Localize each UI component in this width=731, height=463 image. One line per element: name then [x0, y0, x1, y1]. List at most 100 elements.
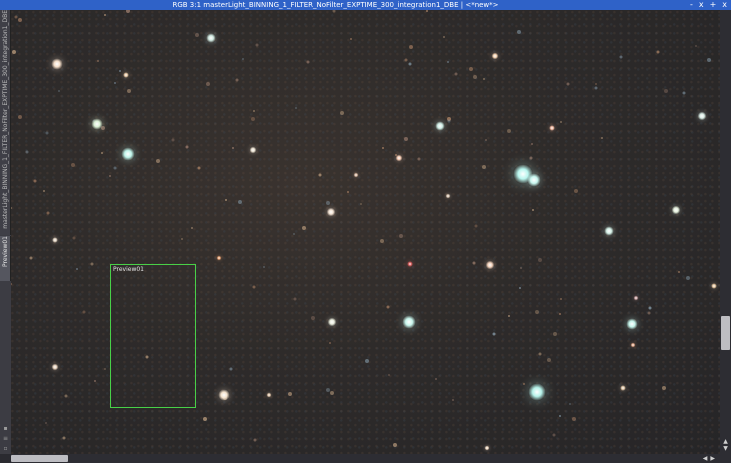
faint-star — [29, 256, 33, 260]
faint-star — [559, 313, 561, 315]
window-title: RGB 3:1 masterLight_BINNING_1_FILTER_NoF… — [172, 1, 499, 9]
close-icon[interactable]: x — [722, 0, 727, 10]
faint-star — [101, 152, 103, 154]
star — [407, 261, 413, 267]
preview-label: Preview01 — [113, 266, 144, 273]
star — [527, 173, 541, 187]
faint-star — [252, 285, 256, 289]
minimize-icon[interactable]: - — [690, 0, 693, 10]
faint-star — [447, 61, 449, 63]
faint-star — [454, 72, 458, 76]
horizontal-scrollbar[interactable]: ◀▶ — [11, 454, 720, 463]
star — [51, 363, 59, 371]
faint-star — [538, 352, 542, 356]
faint-star — [508, 315, 510, 317]
faint-star — [559, 415, 561, 417]
faint-star — [520, 267, 522, 269]
faint-star — [404, 58, 408, 62]
mask-icon[interactable]: ▪ — [3, 425, 7, 432]
tab-preview01[interactable]: Preview01 — [0, 236, 11, 281]
faint-star — [206, 82, 210, 86]
faint-star — [18, 18, 22, 22]
star — [484, 445, 490, 451]
faint-star — [532, 209, 534, 211]
title-bar[interactable]: RGB 3:1 masterLight_BINNING_1_FILTER_NoF… — [0, 0, 731, 10]
faint-star — [195, 33, 199, 37]
faint-star — [340, 111, 344, 115]
star — [620, 385, 626, 391]
faint-star — [574, 189, 578, 193]
faint-star — [523, 383, 525, 385]
star — [52, 237, 58, 243]
faint-star — [225, 199, 227, 201]
faint-star — [483, 78, 485, 80]
faint-star — [535, 310, 539, 314]
faint-star — [288, 392, 292, 396]
faint-star — [572, 417, 576, 421]
faint-star — [447, 119, 451, 123]
faint-star — [12, 50, 16, 54]
faint-star — [18, 115, 22, 119]
faint-star — [566, 82, 570, 86]
faint-star — [482, 165, 486, 169]
star — [123, 72, 129, 78]
faint-star — [517, 30, 521, 34]
view-tabs: masterLight_BINNING_1_FILTER_NoFilter_EX… — [0, 10, 11, 454]
preview-rectangle[interactable]: Preview01 — [110, 264, 196, 408]
faint-star — [399, 234, 403, 238]
horizontal-scroll-thumb[interactable] — [11, 455, 68, 462]
faint-star — [263, 266, 265, 268]
stf-icon[interactable]: ≡ — [3, 435, 8, 442]
tab-main-view[interactable]: masterLight_BINNING_1_FILTER_NoFilter_EX… — [0, 10, 11, 235]
faint-star — [601, 137, 603, 139]
faint-star — [253, 438, 257, 442]
faint-star — [380, 239, 384, 243]
faint-star — [388, 374, 390, 376]
faint-star — [326, 201, 330, 205]
faint-star — [326, 388, 330, 392]
faint-star — [560, 298, 562, 300]
faint-star — [311, 316, 315, 320]
faint-star — [531, 143, 533, 145]
faint-star — [538, 258, 542, 262]
faint-star — [408, 62, 412, 66]
faint-star — [443, 36, 445, 38]
faint-star — [45, 422, 47, 424]
faint-star — [350, 38, 352, 40]
faint-star — [560, 121, 562, 123]
faint-star — [62, 436, 66, 440]
maximize-icon[interactable]: + — [710, 0, 717, 10]
tab-preview01-label: Preview01 — [2, 236, 9, 267]
faint-star — [569, 403, 571, 405]
faint-star — [409, 45, 413, 49]
faint-star — [473, 75, 477, 79]
vertical-scroll-arrows[interactable]: ▲ ▼ — [720, 438, 731, 452]
faint-star — [547, 358, 551, 362]
faint-star — [43, 190, 45, 192]
vertical-scrollbar[interactable]: ▲ ▼ — [720, 10, 731, 454]
star — [485, 260, 495, 270]
faint-star — [293, 233, 295, 235]
faint-star — [45, 131, 49, 135]
image-canvas[interactable]: Preview01 — [11, 10, 720, 454]
vertical-scroll-thumb[interactable] — [721, 316, 730, 350]
faint-star — [485, 139, 487, 141]
faint-star — [94, 380, 96, 382]
faint-star — [417, 157, 421, 161]
horizontal-scroll-arrows[interactable]: ◀▶ — [703, 454, 718, 463]
shade-icon[interactable]: x — [699, 0, 704, 10]
faint-star — [619, 55, 623, 59]
faint-star — [251, 117, 255, 121]
faint-star — [97, 60, 99, 62]
faint-star — [203, 417, 207, 421]
faint-star — [191, 227, 193, 229]
faint-star — [435, 378, 437, 380]
faint-star — [71, 163, 75, 167]
scroll-corner — [720, 454, 731, 463]
lock-icon[interactable]: ▫ — [3, 445, 7, 452]
faint-star — [14, 15, 18, 19]
faint-star — [58, 90, 60, 92]
faint-star — [25, 150, 29, 154]
faint-star — [656, 50, 660, 54]
faint-star — [472, 261, 476, 265]
